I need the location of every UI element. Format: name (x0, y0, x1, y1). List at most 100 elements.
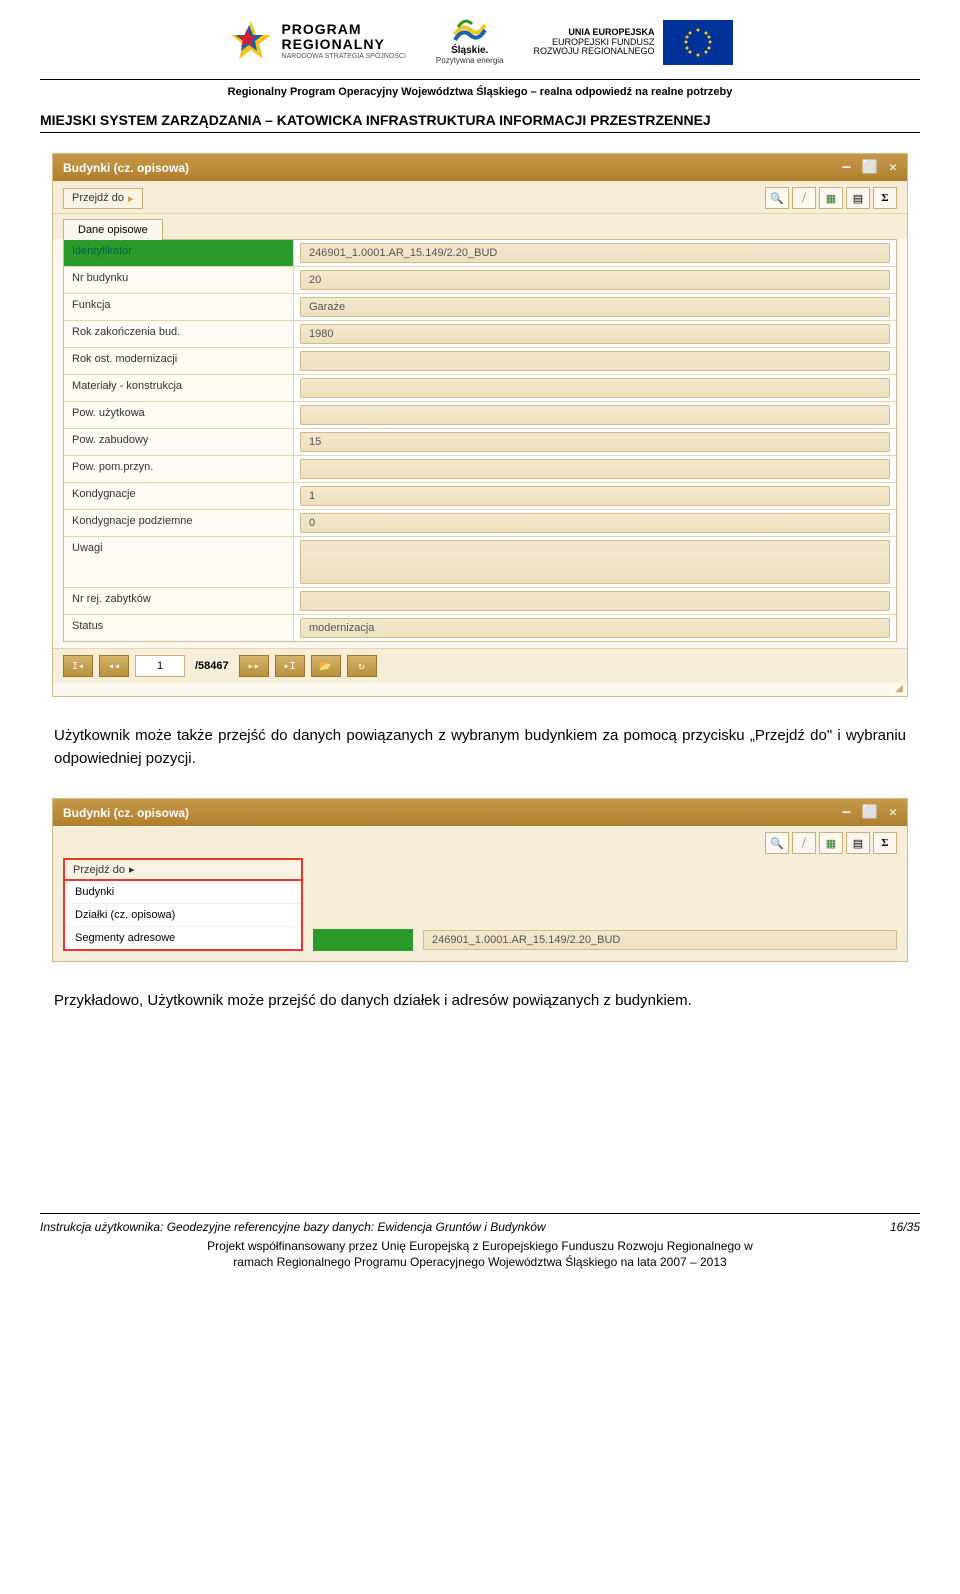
row-rok-modernizacji: Rok ost. modernizacji (64, 348, 896, 375)
field-value[interactable]: 0 (300, 513, 890, 533)
tab-row: Dane opisowe (53, 214, 907, 239)
field-value[interactable] (300, 591, 890, 611)
paragraph-2: Przykładowo, Użytkownik może przejść do … (54, 990, 906, 1013)
logo-ue: UNIA EUROPEJSKA EUROPEJSKI FUNDUSZ ROZWO… (534, 20, 733, 65)
footer-left: Instrukcja użytkownika: Geodezyjne refer… (40, 1220, 546, 1234)
toolbar-icon-grid[interactable]: ▤ (846, 187, 870, 209)
footer: Instrukcja użytkownika: Geodezyjne refer… (40, 1213, 920, 1272)
row-uwagi: Uwagi (64, 537, 896, 588)
strategia-label: NARODOWA STRATEGIA SPÓJNOŚCI (281, 53, 405, 61)
pager-next-button[interactable]: ▸▸ (239, 655, 269, 677)
field-value[interactable]: 246901_1.0001.AR_15.149/2.20_BUD (423, 930, 897, 950)
row-status: Status modernizacja (64, 615, 896, 641)
row-rok-zakonczenia: Rok zakończenia bud. 1980 (64, 321, 896, 348)
header-logos: PROGRAM REGIONALNY NARODOWA STRATEGIA SP… (40, 0, 920, 75)
row-funkcja: Funkcja Garaże (64, 294, 896, 321)
paragraph-1: Użytkownik może także przejść do danych … (54, 725, 906, 770)
field-label: Rok ost. modernizacji (64, 348, 294, 374)
tab-dane-opisowe[interactable]: Dane opisowe (63, 219, 163, 240)
window-title: Budynki (cz. opisowa) (63, 161, 189, 175)
row-nr-rej-zabytkow: Nr rej. zabytków (64, 588, 896, 615)
toolbar-icon-excel[interactable]: ▦ (819, 832, 843, 854)
dropdown-list: Budynki Działki (cz. opisowa) Segmenty a… (63, 881, 303, 951)
minimize-icon[interactable]: — (842, 160, 850, 175)
field-value[interactable]: 1980 (300, 324, 890, 344)
ue-label-3: ROZWOJU REGIONALNEGO (534, 47, 655, 57)
toolbar-icon-search[interactable]: 🔍 (765, 832, 789, 854)
footer-line-2: ramach Regionalnego Programu Operacyjneg… (40, 1254, 920, 1271)
field-value[interactable] (300, 405, 890, 425)
window-title: Budynki (cz. opisowa) (63, 806, 189, 820)
window-titlebar: Budynki (cz. opisowa) — ⬜ ✕ (53, 799, 907, 826)
field-label: Materiały - konstrukcja (64, 375, 294, 401)
field-label: Rok zakończenia bud. (64, 321, 294, 347)
toolbar-icon-sigma[interactable]: Σ (873, 832, 897, 854)
close-icon[interactable]: ✕ (889, 805, 897, 820)
row-kondygnacje: Kondygnacje 1 (64, 483, 896, 510)
dropdown-item-budynki[interactable]: Budynki (65, 881, 301, 904)
field-value[interactable]: 15 (300, 432, 890, 452)
pager-first-button[interactable]: I◂ (63, 655, 93, 677)
close-icon[interactable]: ✕ (889, 160, 897, 175)
field-value[interactable]: 1 (300, 486, 890, 506)
field-value[interactable] (300, 378, 890, 398)
pager-last-button[interactable]: ▸I (275, 655, 305, 677)
toolbar-icon-slash[interactable]: ⧸ (792, 187, 816, 209)
field-value[interactable]: modernizacja (300, 618, 890, 638)
toolbar-icon-search[interactable]: 🔍 (765, 187, 789, 209)
toolbar-icon-slash[interactable]: ⧸ (792, 832, 816, 854)
przejdz-do-button[interactable]: Przejdź do ▸ (63, 188, 143, 209)
maximize-icon[interactable]: ⬜ (862, 805, 878, 820)
field-value[interactable] (300, 351, 890, 371)
row-pow-pom: Pow. pom.przyn. (64, 456, 896, 483)
pager-current-input[interactable] (135, 655, 185, 677)
resize-grip-icon[interactable]: ◢ (53, 683, 907, 696)
field-value[interactable]: 246901_1.0001.AR_15.149/2.20_BUD (300, 243, 890, 263)
pager-prev-button[interactable]: ◂◂ (99, 655, 129, 677)
pager-open-button[interactable]: 📂 (311, 655, 341, 677)
pager: I◂ ◂◂ /58467 ▸▸ ▸I 📂 ↻ (53, 648, 907, 683)
field-value[interactable]: Garaże (300, 297, 890, 317)
logo-program-regionalny: PROGRAM REGIONALNY NARODOWA STRATEGIA SP… (227, 17, 405, 65)
field-value[interactable] (300, 459, 890, 479)
row-identyfikator: Identyfikator 246901_1.0001.AR_15.149/2.… (64, 240, 896, 267)
field-label: Pow. zabudowy (64, 429, 294, 455)
pager-refresh-button[interactable]: ↻ (347, 655, 377, 677)
przejdz-do-dropdown[interactable]: Przejdź do ▸ (63, 858, 303, 881)
przejdz-label: Przejdź do (72, 192, 124, 204)
dropdown-item-segmenty[interactable]: Segmenty adresowe (65, 927, 301, 949)
field-label: Status (64, 615, 294, 641)
footer-page-number: 16/35 (890, 1220, 920, 1234)
row-materialy: Materiały - konstrukcja (64, 375, 896, 402)
przejdz-label: Przejdź do (73, 864, 125, 876)
field-value[interactable] (300, 540, 890, 584)
row-pow-uzytkowa: Pow. użytkowa (64, 402, 896, 429)
highlight-stub (313, 929, 413, 951)
field-label: Uwagi (64, 537, 294, 587)
row-kondygnacje-podz: Kondygnacje podziemne 0 (64, 510, 896, 537)
toolbar-icon-excel[interactable]: ▦ (819, 187, 843, 209)
maximize-icon[interactable]: ⬜ (862, 160, 878, 175)
toolbar-icon-grid[interactable]: ▤ (846, 832, 870, 854)
energia-label: Pozytywna energia (436, 56, 504, 65)
minimize-icon[interactable]: — (842, 805, 850, 820)
star-icon (227, 17, 275, 65)
arrow-right-icon: ▸ (128, 192, 134, 205)
field-label: Nr budynku (64, 267, 294, 293)
dropdown-item-dzialki[interactable]: Działki (cz. opisowa) (65, 904, 301, 927)
footer-line-1: Projekt współfinansowany przez Unię Euro… (40, 1238, 920, 1255)
field-label: Pow. użytkowa (64, 402, 294, 428)
toolbar-icon-sigma[interactable]: Σ (873, 187, 897, 209)
field-label: Funkcja (64, 294, 294, 320)
regionalny-label: REGIONALNY (281, 37, 405, 52)
field-value[interactable]: 20 (300, 270, 890, 290)
header-tagline: Regionalny Program Operacyjny Województw… (40, 80, 920, 112)
field-label: Pow. pom.przyn. (64, 456, 294, 482)
row-nr-budynku: Nr budynku 20 (64, 267, 896, 294)
window-budynki-dropdown: Budynki (cz. opisowa) — ⬜ ✕ 🔍 ⧸ ▦ ▤ Σ Pr… (52, 798, 908, 962)
field-label: Kondygnacje podziemne (64, 510, 294, 536)
pager-total: /58467 (191, 660, 233, 672)
field-label: Nr rej. zabytków (64, 588, 294, 614)
window-titlebar: Budynki (cz. opisowa) — ⬜ ✕ (53, 154, 907, 181)
slaskie-label: Śląskie. (436, 45, 504, 56)
